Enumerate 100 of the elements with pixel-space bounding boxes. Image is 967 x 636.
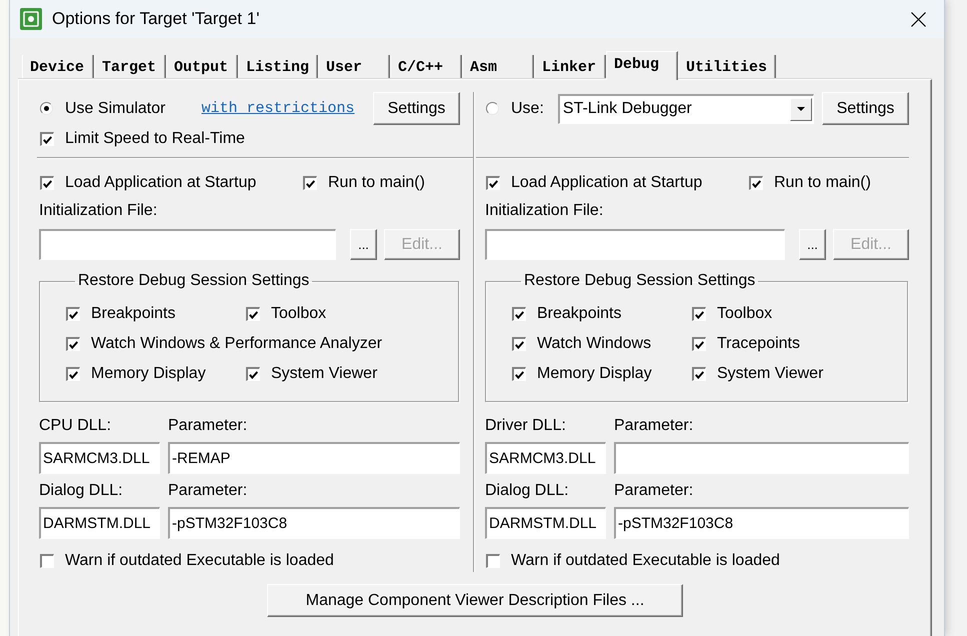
manage-files-button[interactable]: Manage Component Viewer Description Files ... — [267, 584, 683, 617]
field-label: Parameter: — [168, 482, 248, 500]
checkbox-label: Watch Windows & Performance Analyzer — [91, 335, 382, 353]
settings-button[interactable]: Settings — [822, 92, 909, 125]
dll-field[interactable]: DARMSTM.DLL — [39, 507, 160, 539]
checkbox-label: Toolbox — [717, 305, 772, 323]
browse-button[interactable]: ... — [799, 229, 826, 260]
radio-label: Use Simulator — [65, 100, 166, 118]
field-label: Parameter: — [168, 417, 248, 435]
checkbox-label: Toolbox — [271, 305, 326, 323]
checkmark-icon — [515, 340, 524, 348]
checkbox[interactable] — [512, 307, 526, 321]
tab[interactable]: Device — [22, 55, 94, 79]
checkbox-label: Breakpoints — [91, 305, 176, 323]
checkbox[interactable] — [40, 132, 54, 146]
dll-field[interactable]: SARMCM3.DLL — [39, 442, 160, 474]
checkbox[interactable] — [692, 337, 706, 351]
tab[interactable]: Linker — [534, 55, 606, 79]
restrictions-link[interactable]: with restrictions — [201, 100, 355, 117]
checkbox[interactable] — [40, 554, 54, 568]
parameter-field[interactable]: -REMAP — [168, 442, 460, 474]
checkmark-icon — [489, 180, 498, 188]
field-label: Parameter: — [614, 482, 694, 500]
app-icon — [20, 8, 42, 30]
checkmark-icon — [249, 370, 258, 378]
checkbox[interactable] — [692, 367, 706, 381]
checkmark-icon — [515, 310, 524, 318]
checkmark-icon — [515, 370, 524, 378]
checkbox[interactable] — [486, 176, 500, 190]
tab[interactable]: Debug — [606, 51, 678, 80]
checkmark-icon — [306, 180, 315, 188]
checkmark-icon — [752, 180, 761, 188]
checkbox-label: Memory Display — [537, 365, 652, 383]
group-title: Restore Debug Session Settings — [77, 272, 310, 290]
checkbox[interactable] — [246, 307, 260, 321]
debugger-dropdown[interactable]: ST-Link Debugger — [558, 94, 814, 124]
dll-field[interactable]: DARMSTM.DLL — [485, 507, 606, 539]
checkbox-label: Run to main() — [328, 174, 425, 192]
dll-field[interactable]: SARMCM3.DLL — [485, 442, 606, 474]
window-title: Options for Target 'Target 1' — [52, 9, 260, 29]
field-label: Driver DLL: — [485, 417, 567, 435]
checkmark-icon — [249, 310, 258, 318]
tab[interactable]: Utilities — [678, 55, 776, 79]
radio-button[interactable] — [40, 102, 53, 115]
checkmark-icon — [695, 310, 704, 318]
checkbox[interactable] — [512, 337, 526, 351]
checkbox[interactable] — [486, 554, 500, 568]
radio-label: Use: — [511, 100, 544, 118]
checkmark-icon — [695, 340, 704, 348]
caret-icon — [790, 98, 812, 120]
checkbox[interactable] — [749, 176, 763, 190]
input-field[interactable] — [485, 229, 785, 260]
checkbox[interactable] — [40, 176, 54, 190]
checkbox-label: Breakpoints — [537, 305, 622, 323]
parameter-field[interactable]: -pSTM32F103C8 — [168, 507, 460, 539]
checkbox[interactable] — [512, 367, 526, 381]
checkbox[interactable] — [66, 367, 80, 381]
tab[interactable]: Asm — [462, 55, 534, 79]
field-label: Dialog DLL: — [39, 482, 124, 500]
input-field[interactable] — [39, 229, 336, 260]
parameter-field[interactable]: -pSTM32F103C8 — [614, 507, 909, 539]
radio-button[interactable] — [486, 102, 499, 115]
checkbox-label: System Viewer — [271, 365, 378, 383]
checkbox[interactable] — [246, 367, 260, 381]
checkbox[interactable] — [303, 176, 317, 190]
checkbox-label: Warn if outdated Executable is loaded — [65, 552, 334, 570]
checkmark-icon — [43, 136, 52, 144]
checkbox[interactable] — [66, 307, 80, 321]
field-label: Dialog DLL: — [485, 482, 570, 500]
field-label: Initialization File: — [485, 202, 604, 220]
checkmark-icon — [43, 180, 52, 188]
parameter-field[interactable] — [614, 442, 909, 474]
checkbox[interactable] — [66, 337, 80, 351]
checkbox-label: Load Application at Startup — [511, 174, 702, 192]
tab[interactable]: Listing — [238, 55, 318, 79]
checkbox-label: Tracepoints — [717, 335, 800, 353]
field-label: Parameter: — [614, 417, 694, 435]
checkbox-label: Limit Speed to Real-Time — [65, 130, 245, 148]
tab[interactable]: C/C++ — [390, 55, 462, 79]
tab[interactable]: Target — [94, 55, 166, 79]
checkbox-label: Warn if outdated Executable is loaded — [511, 552, 780, 570]
checkbox-label: Load Application at Startup — [65, 174, 256, 192]
checkmark-icon — [695, 370, 704, 378]
checkbox-label: Run to main() — [774, 174, 871, 192]
tab[interactable]: Output — [166, 55, 238, 79]
tab[interactable]: User — [318, 55, 390, 79]
settings-button[interactable]: Settings — [373, 92, 460, 125]
field-label: Initialization File: — [39, 202, 158, 220]
close-icon — [910, 12, 926, 26]
checkbox-label: Memory Display — [91, 365, 206, 383]
checkbox[interactable] — [692, 307, 706, 321]
group-title: Restore Debug Session Settings — [523, 272, 756, 290]
checkmark-icon — [69, 310, 78, 318]
field-label: CPU DLL: — [39, 417, 112, 435]
checkmark-icon — [69, 370, 78, 378]
radio-dot-icon — [44, 106, 49, 111]
checkbox-label: Watch Windows — [537, 335, 652, 353]
browse-button[interactable]: ... — [350, 229, 377, 260]
checkmark-icon — [69, 340, 78, 348]
checkbox-label: System Viewer — [717, 365, 824, 383]
